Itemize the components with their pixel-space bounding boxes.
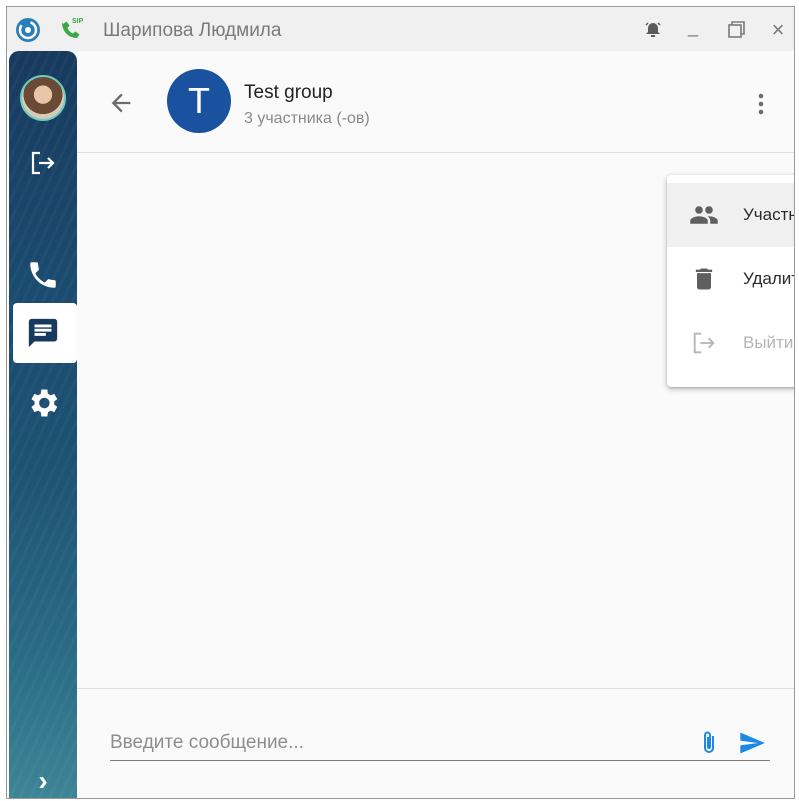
close-label: × [771,17,785,42]
group-name: Test group [244,82,333,103]
sidebar-expand-button[interactable]: › [23,761,63,798]
minimize-label: _ [687,16,698,37]
paperclip-icon[interactable] [697,729,721,757]
sidebar-item-logout[interactable] [23,143,63,183]
group-member-count: 3 участника (-ов) [244,110,370,127]
gear-icon [31,389,58,417]
maximize-icon [728,21,745,38]
alarm-button[interactable] [640,17,666,43]
menu-item-delete[interactable]: Удалить [667,247,794,311]
chevron-right-icon: › [38,765,48,796]
trash-icon [689,264,719,294]
close-button[interactable]: × [765,17,791,43]
chat-panel: T Test group 3 участника (-ов) Введите с… [77,51,794,798]
app-window: SIP Шарипова Людмила _ × › T Test group … [6,6,795,799]
avatar[interactable] [20,75,66,121]
menu-item-label: Участники [743,205,794,224]
menu-item-label: Удалить [743,269,794,288]
sidebar-item-settings[interactable] [23,383,63,423]
logout-icon [31,151,55,175]
group-avatar[interactable]: T [167,69,231,133]
message-composer [77,688,794,798]
sidebar-item-calls[interactable] [23,255,63,295]
maximize-button[interactable] [723,17,749,43]
minimize-button[interactable]: _ [680,17,706,43]
more-vert-icon[interactable] [756,91,766,117]
chat-icon [28,318,58,348]
title-bar: SIP Шарипова Людмила _ × [7,7,794,51]
sip-badge: SIP [72,18,84,25]
back-arrow-icon[interactable] [107,89,135,117]
people-icon [689,200,719,230]
phone-icon [30,262,56,288]
sidebar-item-chats-icon[interactable] [23,313,63,353]
send-icon[interactable] [737,729,767,757]
menu-item-exit[interactable]: Выйти [667,311,794,375]
window-title: Шарипова Людмила [103,20,282,41]
alarm-icon [645,22,661,37]
menu-item-label: Выйти [743,333,794,352]
sip-phone-icon[interactable]: SIP [57,15,87,43]
app-logo-icon [16,18,40,42]
sidebar: › [9,51,77,798]
message-input[interactable] [110,725,770,761]
exit-icon [689,328,719,358]
menu-item-participants[interactable]: Участники [667,183,794,247]
group-options-menu: Участники Удалить Выйти [667,175,794,387]
chat-header: T Test group 3 участника (-ов) [77,51,794,153]
